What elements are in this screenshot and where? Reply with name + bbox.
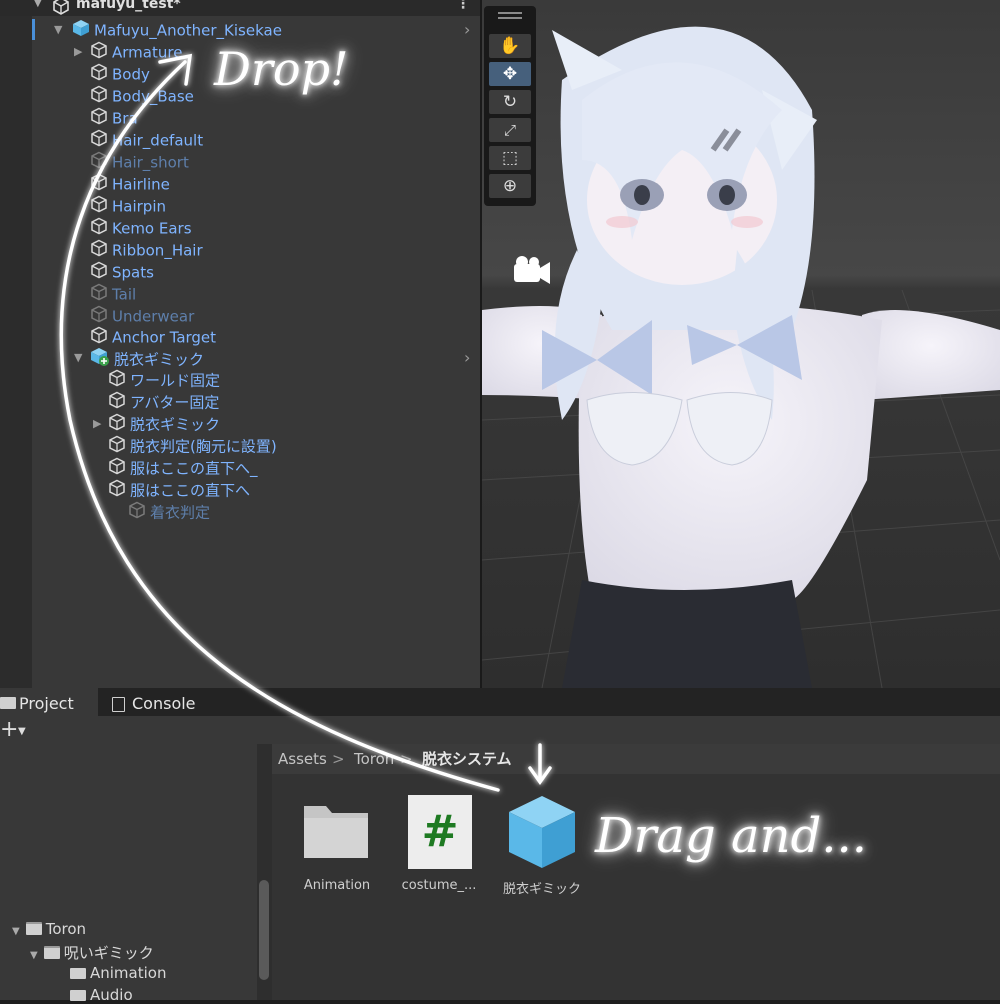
- drag-annotation: Drag and...: [595, 808, 868, 864]
- drop-annotation: Drop!: [214, 42, 349, 96]
